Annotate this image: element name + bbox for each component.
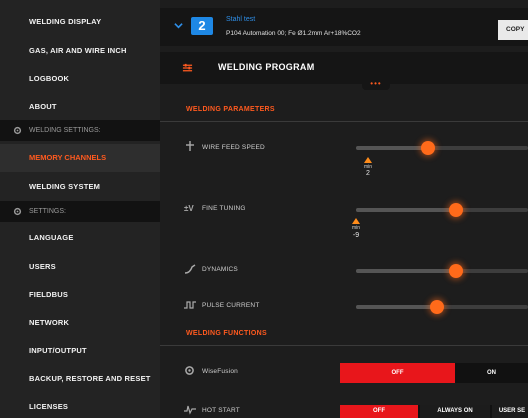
hot-start-label: HOT START — [202, 407, 240, 414]
wire-feed-speed-slider[interactable] — [356, 141, 528, 155]
slider-fill — [356, 269, 456, 273]
copy-button[interactable]: COPY — [498, 20, 528, 40]
hot-start-icon — [184, 405, 196, 415]
channel-number-badge: 2 — [191, 17, 213, 35]
wire-feed-icon — [186, 141, 194, 151]
hot-start-off-option[interactable]: OFF — [340, 405, 418, 418]
gear-icon — [13, 126, 22, 135]
main-panel: 2 Stahl test P104 Automation 00; Fe Ø1.2… — [160, 0, 528, 418]
settings-icon — [185, 366, 194, 375]
gear-icon — [13, 207, 22, 216]
sidebar-item-about[interactable]: ABOUT — [0, 101, 160, 113]
wisefusion-label: WiseFusion — [202, 368, 238, 375]
sidebar-item-fieldbus[interactable]: FIELDBUS — [0, 289, 160, 301]
slider-fill — [356, 146, 429, 150]
min-value: 2 — [366, 170, 370, 177]
welding-program-title: WELDING PROGRAM — [218, 62, 315, 72]
sidebar-item-welding-display[interactable]: WELDING DISPLAY — [0, 16, 160, 28]
fine-tuning-label: FINE TUNING — [202, 205, 246, 212]
sidebar-item-licenses[interactable]: LICENSES — [0, 401, 160, 413]
pulse-current-slider[interactable] — [356, 300, 528, 314]
sidebar-item-network[interactable]: NETWORK — [0, 317, 160, 329]
hot-start-always-on-option[interactable]: ALWAYS ON — [420, 405, 490, 418]
min-marker-icon — [352, 218, 360, 224]
hot-start-toggle[interactable]: OFF ALWAYS ON USER SE — [340, 405, 528, 418]
memory-channels-label: MEMORY CHANNELS — [29, 153, 107, 162]
job-name: Stahl test — [226, 16, 256, 23]
sidebar-item-users[interactable]: USERS — [0, 261, 160, 273]
settings-section: SETTINGS: — [0, 201, 160, 222]
sidebar-item-welding-system[interactable]: WELDING SYSTEM — [0, 181, 160, 193]
slider-thumb[interactable] — [448, 264, 463, 278]
min-marker-icon — [364, 157, 372, 163]
job-description: P104 Automation 00; Fe Ø1.2mm Ar+18%CO2 — [226, 30, 361, 37]
welding-functions-header: WELDING FUNCTIONS — [186, 330, 267, 337]
more-options-tab[interactable]: ••• — [362, 80, 390, 90]
wisefusion-toggle[interactable]: OFF ON — [340, 363, 528, 383]
sidebar-item-logbook[interactable]: LOGBOOK — [0, 73, 160, 85]
sidebar-item-input-output[interactable]: INPUT/OUTPUT — [0, 345, 160, 357]
welding-settings-section: WELDING SETTINGS: — [0, 120, 160, 141]
divider — [160, 345, 528, 346]
welding-parameters-header: WELDING PARAMETERS — [186, 106, 275, 113]
hot-start-user-option[interactable]: USER SE — [492, 405, 528, 418]
min-value: -9 — [352, 232, 360, 239]
slider-fill — [356, 305, 437, 309]
wire-feed-speed-label: WIRE FEED SPEED — [202, 144, 265, 151]
wisefusion-off-option[interactable]: OFF — [340, 363, 455, 383]
slider-thumb[interactable] — [429, 300, 444, 314]
sidebar-item-gas-air-wire-inch[interactable]: GAS, AIR AND WIRE INCH — [0, 45, 160, 57]
sidebar-item-language[interactable]: LANGUAGE — [0, 232, 160, 244]
channel-header: 2 Stahl test P104 Automation 00; Fe Ø1.2… — [160, 8, 528, 46]
fine-tuning-slider[interactable] — [356, 203, 528, 217]
sliders-icon — [182, 63, 193, 72]
divider — [160, 121, 528, 122]
slider-thumb[interactable] — [448, 203, 463, 217]
sidebar-item-memory-channels[interactable]: MEMORY CHANNELS — [0, 144, 160, 172]
welding-program-bar: WELDING PROGRAM — [160, 52, 528, 84]
wisefusion-on-option[interactable]: ON — [455, 363, 528, 383]
fine-tuning-icon: ±V — [184, 204, 194, 213]
dynamics-label: DYNAMICS — [202, 266, 238, 273]
slider-fill — [356, 208, 456, 212]
slider-thumb[interactable] — [421, 141, 436, 155]
sidebar-item-backup-restore-reset[interactable]: BACKUP, RESTORE AND RESET — [0, 373, 160, 385]
welding-settings-label: WELDING SETTINGS: — [29, 127, 101, 134]
chevron-down-icon[interactable] — [174, 21, 183, 30]
min-label: min — [351, 225, 361, 231]
sidebar: WELDING DISPLAY GAS, AIR AND WIRE INCH L… — [0, 0, 160, 418]
settings-label: SETTINGS: — [29, 208, 66, 215]
pulse-current-label: PULSE CURRENT — [202, 302, 260, 309]
dynamics-icon — [184, 264, 196, 274]
dynamics-slider[interactable] — [356, 264, 528, 278]
pulse-icon — [184, 301, 196, 309]
